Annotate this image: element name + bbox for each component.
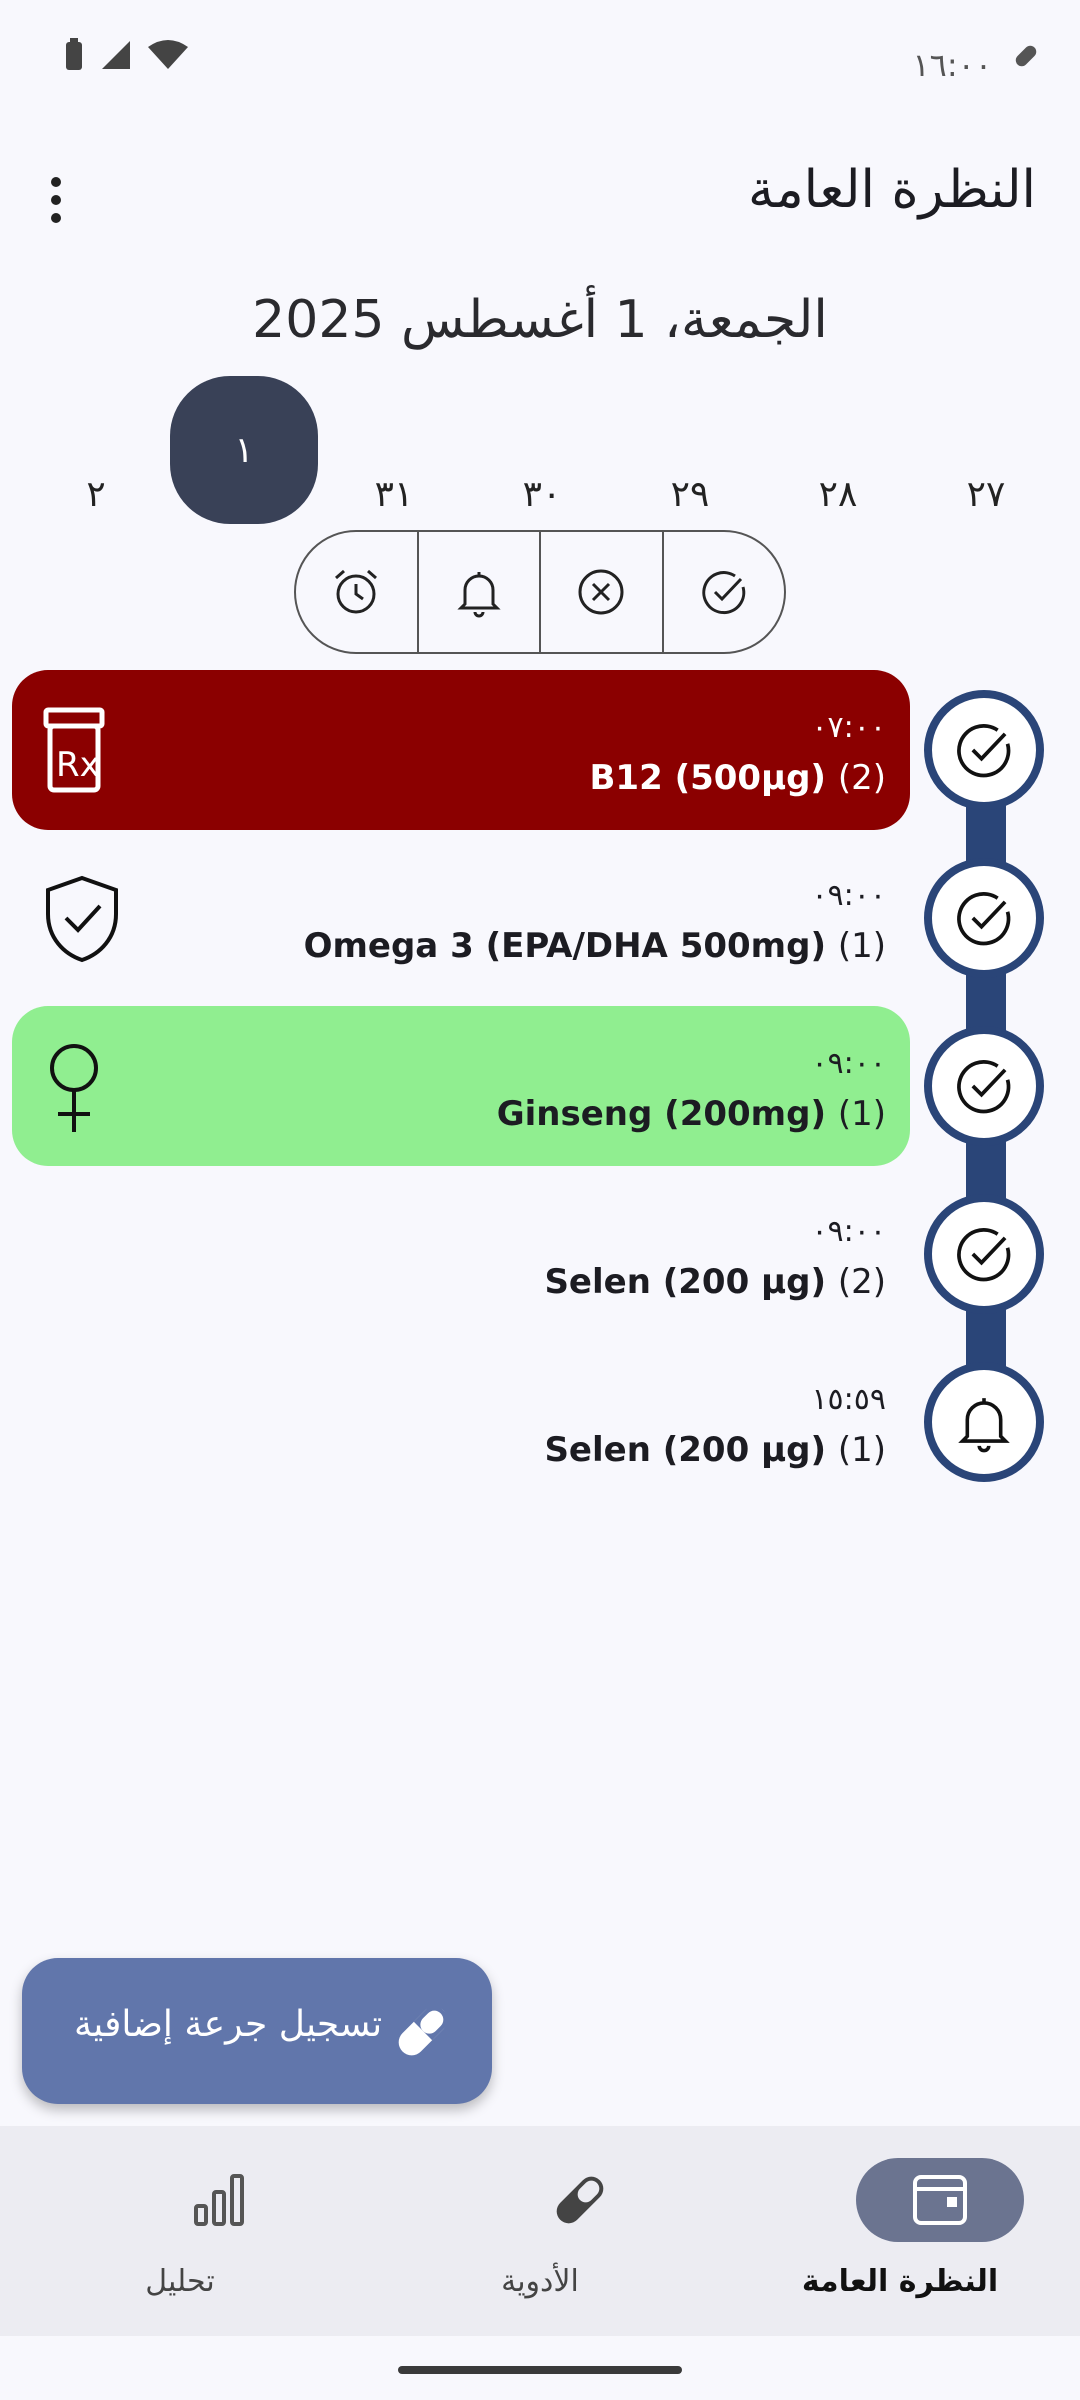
dose-name: Selen (200 µg) (1) [544, 1430, 886, 1470]
dose-time: ٠٩:٠٠ [811, 1214, 886, 1249]
status-icons [64, 38, 188, 72]
dose-card[interactable]: ٠٩:٠٠ Selen (200 µg) (2) [12, 1174, 910, 1334]
battery-icon [66, 38, 82, 70]
dose-time: ١٥:٥٩ [811, 1382, 886, 1417]
page-title: النظرة العامة [747, 160, 1036, 220]
wifi-icon [148, 40, 188, 69]
more-vert-icon[interactable] [34, 170, 78, 230]
svg-text:Rx: Rx [56, 745, 100, 785]
date-heading: الجمعة، 1 أغسطس 2025 [252, 290, 828, 350]
day-item[interactable]: ٢٨ [764, 420, 912, 568]
check-circle-icon[interactable] [924, 1026, 1044, 1146]
alarm-clock-icon[interactable] [296, 532, 417, 652]
dose-card[interactable]: ١٥:٥٩ Selen (200 µg) (1) [12, 1342, 910, 1502]
status-filter [294, 530, 786, 654]
dose-name: Selen (200 µg) (2) [544, 1262, 886, 1302]
bell-icon[interactable] [416, 532, 540, 652]
dose-card[interactable]: ٠٩:٠٠ Ginseng (200mg) (1) [12, 1006, 910, 1166]
nav-label: الأدوية [501, 2264, 579, 2299]
check-circle-icon[interactable] [924, 690, 1044, 810]
prescription-bottle-icon: Rx [42, 706, 106, 798]
pill-icon [1012, 42, 1040, 74]
calendar-icon [856, 2158, 1024, 2242]
home-indicator[interactable] [398, 2366, 682, 2374]
nav-overview[interactable]: النظرة العامة [720, 2126, 1080, 2336]
nav-label: تحليل [145, 2264, 215, 2299]
nav-analysis[interactable]: تحليل [0, 2126, 360, 2336]
check-circle-icon[interactable] [924, 1194, 1044, 1314]
dose-time: ٠٩:٠٠ [811, 1046, 886, 1081]
status-time: ١٦:٠٠ [912, 46, 992, 84]
bar-chart-icon [136, 2158, 304, 2242]
pill-icon [496, 2158, 664, 2242]
dose-card[interactable]: ٠٩:٠٠ Omega 3 (EPA/DHA 500mg) (1) [12, 838, 910, 998]
signal-icon [102, 41, 130, 69]
dose-card[interactable]: Rx ٠٧:٠٠ B12 (500µg) (2) [12, 670, 910, 830]
dose-name: B12 (500µg) (2) [589, 758, 887, 798]
female-symbol-icon [42, 1042, 106, 1140]
bottom-nav: تحليل الأدوية النظرة العامة [0, 2126, 1080, 2336]
nav-medications[interactable]: الأدوية [360, 2126, 720, 2336]
fab-label: تسجيل جرعة إضافية [74, 2004, 383, 2045]
day-item[interactable]: ٢٧ [912, 420, 1060, 568]
dose-time: ٠٧:٠٠ [811, 710, 886, 745]
bell-icon[interactable] [924, 1362, 1044, 1482]
dose-name: Omega 3 (EPA/DHA 500mg) (1) [303, 926, 886, 966]
dose-name: Ginseng (200mg) (1) [496, 1094, 886, 1134]
shield-check-icon [42, 874, 122, 968]
day-item-selected[interactable]: ١ [170, 376, 318, 524]
log-extra-dose-button[interactable]: تسجيل جرعة إضافية [22, 1958, 492, 2104]
x-circle-icon[interactable] [539, 532, 662, 652]
nav-label: النظرة العامة [801, 2264, 999, 2299]
check-circle-icon[interactable] [661, 532, 785, 652]
check-circle-icon[interactable] [924, 858, 1044, 978]
pill-icon [390, 1998, 456, 2068]
dose-time: ٠٩:٠٠ [811, 878, 886, 913]
day-item[interactable]: ٢ [22, 420, 170, 568]
